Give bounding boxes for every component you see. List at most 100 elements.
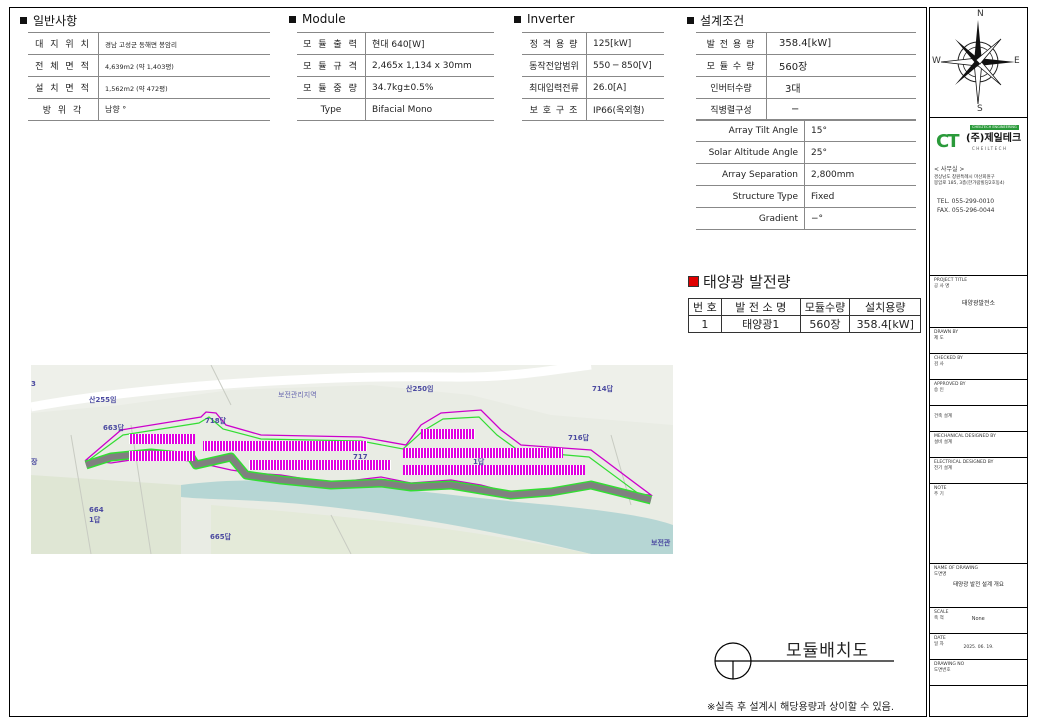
condition-value: 15° (804, 119, 916, 142)
map-label-718: 718답 (205, 417, 227, 425)
inverter-title-text: Inverter (527, 12, 575, 26)
module-label: Type (297, 98, 366, 121)
inverter-label: 보 호 구 조 (522, 98, 587, 121)
column-header: 발 전 소 명 (720, 298, 801, 316)
cell-label-ko: 제 도 (934, 335, 944, 341)
map-label-663: 663답 (103, 424, 125, 432)
compass-e: E (1014, 56, 1020, 66)
module-label: 모 듈 중 량 (297, 76, 366, 99)
table-header-row: 번 호 발 전 소 명 모듈수량 설치용량 (688, 298, 922, 316)
bullet-square-icon (289, 15, 296, 23)
compass-s: S (977, 104, 983, 114)
design-label: 발 전 용 량 (696, 32, 767, 55)
module-value: 2,465x 1,134 x 30mm (365, 54, 494, 77)
general-value: 남향 ° (98, 98, 270, 121)
office-tel: TEL. 055-299-0010 (937, 198, 995, 205)
company-sub: CHEILTECH (972, 146, 1008, 151)
module-value: Bifacial Mono (365, 98, 494, 121)
office-fax: FAX. 055-296-0044 (937, 207, 995, 214)
module-section-title: Module (289, 12, 346, 26)
inverter-table: 정 격 용 량 125[kW] 동작전압범위 550 ─ 850[V] 최대입력전류… (522, 32, 664, 121)
checked-by-cell: CHECKED BY 검 사 (930, 354, 1027, 380)
condition-label: Solar Altitude Angle (696, 141, 805, 164)
column-header: 모듈수량 (799, 298, 851, 316)
project-title-cell: PROJECT TITLE 공 사 명 태양광발전소 (930, 276, 1027, 328)
table-row: 전 체 면 적 4,639m2 (약 1,403평) (28, 54, 270, 77)
site-map-drawing (31, 365, 673, 554)
compass-w: W (932, 56, 941, 66)
panel-array (249, 460, 391, 470)
module-value: 현대 640[W] (365, 32, 494, 55)
table-row: Structure Type Fixed (696, 185, 916, 208)
cell-label-ko: 승 인 (934, 387, 944, 393)
table-row: 인버터수량 3대 (696, 76, 916, 99)
general-label: 대 지 위 치 (28, 32, 99, 55)
table-row: Array Separation 2,800mm (696, 163, 916, 186)
office-title: < 사무실 > (934, 166, 965, 173)
design-section-title: 설계조건 (687, 12, 744, 29)
table-row: 1 태양광1 560장 358.4[kW] (688, 315, 922, 333)
condition-label: Structure Type (696, 185, 805, 208)
table-row: 모 듈 중 량 34.7kg±0.5% (297, 76, 494, 99)
table-row: 보 호 구 조 IP66(옥외형) (522, 98, 664, 121)
table-cell: 태양광1 (720, 315, 801, 333)
drawn-by-cell: DRAWN BY 제 도 (930, 328, 1027, 354)
design-value: 358.4[kW] (766, 32, 916, 55)
scale-value: None (971, 615, 985, 622)
inverter-value: 26.0[A] (586, 76, 664, 99)
module-label: 모 듈 규 격 (297, 54, 366, 77)
table-row: 모 듈 출 력 현대 640[W] (297, 32, 494, 55)
table-row: 정 격 용 량 125[kW] (522, 32, 664, 55)
module-table: 모 듈 출 력 현대 640[W] 모 듈 규 격 2,465x 1,134 x 3… (297, 32, 494, 121)
condition-label: Array Tilt Angle (696, 119, 805, 142)
table-cell: 358.4[kW] (849, 315, 922, 333)
company-cell: CHEILTECH ENGINEERING CT (주)제일테크 CHEILTE… (930, 118, 1027, 276)
general-value: 경남 고성군 동해면 봉암리 (98, 32, 270, 55)
table-cell: 560장 (799, 315, 851, 333)
map-label-san255: 산255임 (89, 396, 117, 404)
design-title-text: 설계조건 (700, 14, 745, 28)
map-label-left2: 장 (31, 458, 38, 466)
approved-by-cell: APPROVED BY 승 인 (930, 380, 1027, 406)
design-value: − (766, 98, 916, 121)
cell-label-ko: 공 사 명 (934, 283, 950, 289)
cell-label-ko: 전기 설계 (934, 465, 952, 471)
map-label-714: 714답 (592, 385, 614, 393)
column-header: 설치용량 (849, 298, 922, 316)
bullet-square-icon (514, 15, 521, 23)
drawing-title: 모듈배치도 (786, 641, 870, 661)
map-label-1dap: 1답 (473, 458, 485, 466)
cell-label-ko: 설비 설계 (934, 439, 952, 445)
generation-title-text: 태양광 발전량 (703, 273, 791, 291)
bullet-square-icon (687, 17, 694, 24)
condition-value: 25° (804, 141, 916, 164)
drawing-name-value: 태양광 발전 설계 개요 (953, 581, 1004, 588)
map-label-664: 664 (89, 506, 104, 514)
inverter-label: 정 격 용 량 (522, 32, 587, 55)
scale-cell: SCALE 축 척 None (930, 608, 1027, 634)
cell-label-ko: 주 기 (934, 491, 944, 497)
general-section-title: 일반사항 (20, 12, 77, 29)
module-value: 34.7kg±0.5% (365, 76, 494, 99)
inverter-section-title: Inverter (514, 12, 575, 26)
table-cell: 1 (688, 315, 722, 333)
conditions-table: Array Tilt Angle 15° Solar Altitude Angle… (696, 119, 916, 230)
map-label-san250: 산250임 (406, 385, 434, 393)
table-row: 최대입력전류 26.0[A] (522, 76, 664, 99)
mech-design-cell: MECHANICAL DESIGNED BY 설비 설계 (930, 432, 1027, 458)
design-label: 직병렬구성 (696, 98, 767, 121)
scale-row: 축 척 None (934, 616, 1023, 623)
inverter-value: 125[kW] (586, 32, 664, 55)
design-label: 모 듈 수 량 (696, 54, 767, 77)
inverter-value: IP66(옥외형) (586, 98, 664, 121)
generation-table: 번 호 발 전 소 명 모듈수량 설치용량 1 태양광1 560장 358.4[… (688, 298, 922, 333)
module-label: 모 듈 출 력 (297, 32, 366, 55)
condition-label: Array Separation (696, 163, 805, 186)
table-row: Solar Altitude Angle 25° (696, 141, 916, 164)
general-label: 설 치 면 적 (28, 76, 99, 99)
drawing-name-cell: NAME OF DRAWING 도면명 태양광 발전 설계 개요 (930, 564, 1027, 608)
module-title-text: Module (302, 12, 346, 26)
office-address-2: 봉암로 185, 3층(한가람빌딩2호동4) (934, 181, 1005, 186)
column-header: 번 호 (688, 298, 722, 316)
panel-array (421, 429, 475, 439)
